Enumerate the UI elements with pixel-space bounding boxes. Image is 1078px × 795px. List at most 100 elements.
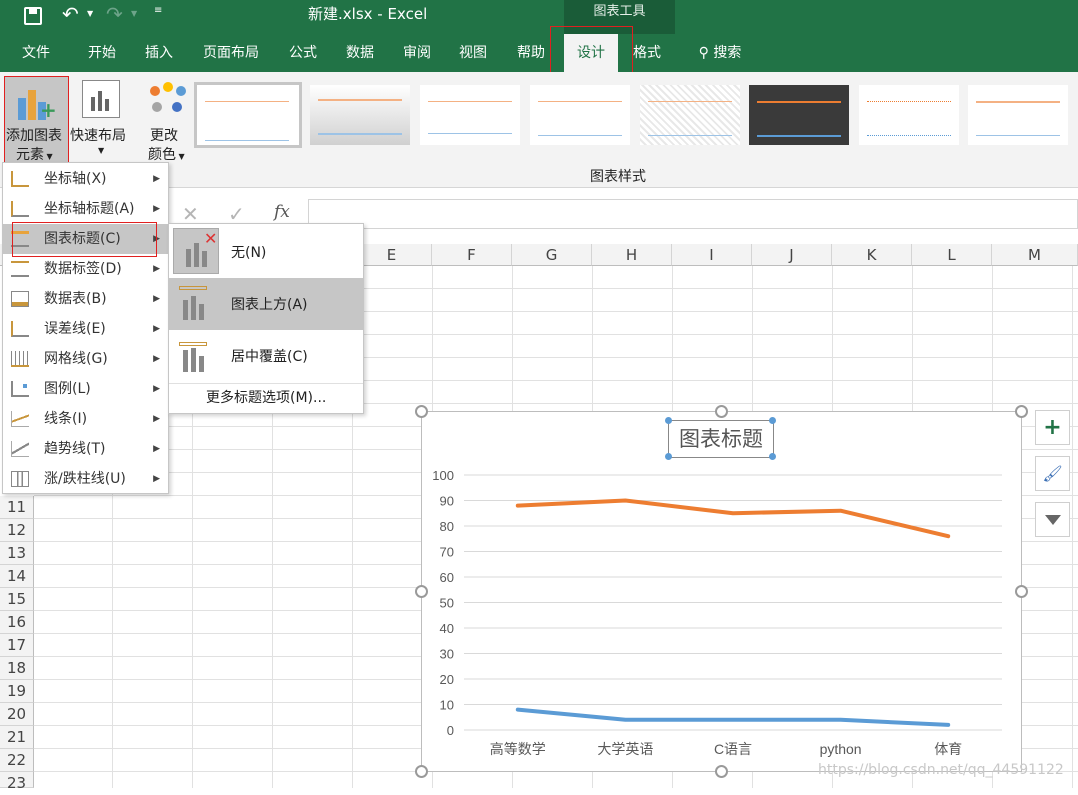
y-tick-label: 30: [440, 647, 454, 662]
y-tick-label: 40: [440, 621, 454, 636]
row-header-18[interactable]: 18: [0, 657, 34, 680]
menu-item-axis-titles[interactable]: 坐标轴标题(A) ▶: [3, 194, 168, 224]
formula-input[interactable]: [308, 199, 1078, 229]
submenu-arrow-icon: ▶: [153, 324, 160, 334]
search-box[interactable]: ⚲ 搜索: [688, 34, 752, 72]
chart-style-3[interactable]: [420, 85, 520, 145]
chart-styles-gallery[interactable]: [192, 80, 1078, 154]
column-header-f[interactable]: F: [432, 244, 512, 266]
menu-item-legend[interactable]: 图例(L) ▶: [3, 374, 168, 404]
column-header-l[interactable]: L: [912, 244, 992, 266]
column-header-k[interactable]: K: [832, 244, 912, 266]
chart-style-6[interactable]: [749, 85, 849, 145]
resize-handle-bc[interactable]: [715, 765, 728, 778]
submenu-item-centered-overlay[interactable]: 居中覆盖(C): [169, 330, 363, 382]
more-title-options[interactable]: 更多标题选项(M)...: [206, 387, 326, 407]
chart-filters-button[interactable]: [1035, 502, 1070, 537]
resize-handle-bl[interactable]: [415, 765, 428, 778]
column-header-e[interactable]: E: [352, 244, 432, 266]
customize-qat-icon[interactable]: ≡: [154, 5, 162, 16]
y-tick-label: 80: [440, 519, 454, 534]
save-icon[interactable]: [24, 7, 42, 25]
row-header-12[interactable]: 12: [0, 519, 34, 542]
title-handle-tl[interactable]: [665, 417, 672, 424]
chart-title-box[interactable]: 图表标题: [668, 420, 774, 458]
menu-item-error-bars[interactable]: 误差线(E) ▶: [3, 314, 168, 344]
resize-handle-ml[interactable]: [415, 585, 428, 598]
row-header-15[interactable]: 15: [0, 588, 34, 611]
y-tick-label: 0: [447, 723, 454, 738]
column-header-h[interactable]: H: [592, 244, 672, 266]
resize-handle-tr[interactable]: [1015, 405, 1028, 418]
y-tick-label: 90: [440, 494, 454, 509]
menu-item-gridlines[interactable]: 网格线(G) ▶: [3, 344, 168, 374]
quick-layout-button[interactable]: 快速布局 ▼: [70, 76, 134, 162]
tab-home[interactable]: 开始: [76, 34, 128, 72]
title-handle-br[interactable]: [769, 453, 776, 460]
submenu-arrow-icon: ▶: [153, 204, 160, 214]
lines-icon: [11, 411, 29, 427]
redo-dropdown-icon[interactable]: ▼: [131, 9, 137, 18]
submenu-item-none[interactable]: ✕ 无(N): [169, 226, 363, 278]
window-title: 新建.xlsx - Excel: [308, 5, 428, 23]
palette-icon: [148, 82, 188, 118]
chart-style-2[interactable]: [310, 85, 410, 145]
resize-handle-tc[interactable]: [715, 405, 728, 418]
chart-style-7[interactable]: [859, 85, 959, 145]
data-table-icon: [11, 291, 29, 307]
chart-area[interactable]: 0 10 20 30 40 50 60 70 80 90 100 高等数学 大学英语 C语言 python 体…: [421, 411, 1022, 772]
row-header-19[interactable]: 19: [0, 680, 34, 703]
chart-style-1[interactable]: [194, 82, 302, 148]
title-handle-bl[interactable]: [665, 453, 672, 460]
x-tick-label: 体育: [934, 741, 962, 757]
tab-formulas[interactable]: 公式: [280, 34, 326, 72]
column-header-i[interactable]: I: [672, 244, 752, 266]
tab-help[interactable]: 帮助: [506, 34, 556, 72]
resize-handle-tl[interactable]: [415, 405, 428, 418]
undo-icon[interactable]: ↶: [62, 2, 79, 26]
row-header-21[interactable]: 21: [0, 726, 34, 749]
title-above-icon: [179, 286, 213, 322]
tab-page-layout[interactable]: 页面布局: [194, 34, 268, 72]
axes-icon: [11, 171, 29, 187]
chart-style-8[interactable]: [968, 85, 1068, 145]
resize-handle-mr[interactable]: [1015, 585, 1028, 598]
menu-item-lines[interactable]: 线条(I) ▶: [3, 404, 168, 434]
insert-function-icon[interactable]: fx: [274, 202, 290, 222]
row-header-20[interactable]: 20: [0, 703, 34, 726]
tab-insert[interactable]: 插入: [134, 34, 184, 72]
chart-style-4[interactable]: [530, 85, 630, 145]
row-header-14[interactable]: 14: [0, 565, 34, 588]
brush-icon: 🖌: [1042, 464, 1063, 483]
chart-elements-button[interactable]: +: [1035, 410, 1070, 445]
chart-style-5[interactable]: [640, 85, 740, 145]
column-header-m[interactable]: M: [992, 244, 1078, 266]
title-handle-tr[interactable]: [769, 417, 776, 424]
undo-dropdown-icon[interactable]: ▼: [87, 9, 93, 18]
change-colors-button[interactable]: 更改 颜色 ▼: [142, 76, 194, 163]
row-header-22[interactable]: 22: [0, 749, 34, 772]
tab-file[interactable]: 文件: [12, 34, 60, 72]
redo-icon[interactable]: ↷: [106, 2, 123, 26]
submenu-arrow-icon: ▶: [153, 444, 160, 454]
menu-item-up-down-bars[interactable]: 涨/跌柱线(U) ▶: [3, 464, 168, 494]
submenu-arrow-icon: ▶: [153, 414, 160, 424]
row-header-13[interactable]: 13: [0, 542, 34, 565]
menu-item-data-table[interactable]: 数据表(B) ▶: [3, 284, 168, 314]
row-header-16[interactable]: 16: [0, 611, 34, 634]
add-chart-element-menu: 坐标轴(X) ▶ 坐标轴标题(A) ▶ 图表标题(C) ▶ 数据标签(D) ▶ 数据表(…: [2, 162, 169, 494]
row-header-11[interactable]: 11: [0, 496, 34, 519]
tab-view[interactable]: 视图: [450, 34, 496, 72]
menu-item-axes[interactable]: 坐标轴(X) ▶: [3, 164, 168, 194]
row-header-23[interactable]: 23: [0, 772, 34, 792]
menu-item-data-labels[interactable]: 数据标签(D) ▶: [3, 254, 168, 284]
submenu-arrow-icon: ▶: [153, 474, 160, 484]
chart-styles-button[interactable]: 🖌: [1035, 456, 1070, 491]
submenu-item-above-chart[interactable]: 图表上方(A): [169, 278, 363, 330]
column-header-j[interactable]: J: [752, 244, 832, 266]
tab-data[interactable]: 数据: [336, 34, 384, 72]
column-header-g[interactable]: G: [512, 244, 592, 266]
tab-review[interactable]: 审阅: [394, 34, 440, 72]
row-header-17[interactable]: 17: [0, 634, 34, 657]
menu-item-trendline[interactable]: 趋势线(T) ▶: [3, 434, 168, 464]
